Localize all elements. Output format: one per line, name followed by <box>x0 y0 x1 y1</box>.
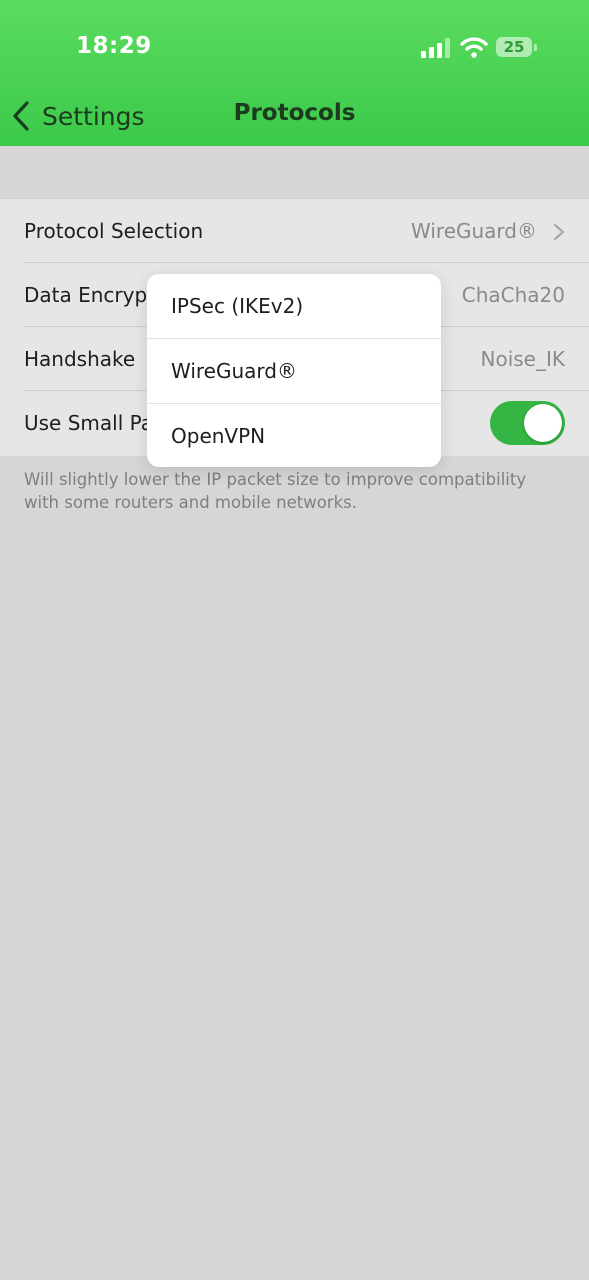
toggle-knob <box>524 404 562 442</box>
row-value: WireGuard® <box>411 219 537 243</box>
chevron-right-icon <box>553 223 565 241</box>
cellular-signal-icon <box>421 38 450 58</box>
page-title: Protocols <box>233 100 356 126</box>
status-time: 18:29 <box>76 33 152 59</box>
row-protocol-selection[interactable]: Protocol Selection WireGuard® <box>0 199 589 263</box>
row-value: Noise_IK <box>480 347 566 371</box>
small-packets-footnote: Will slightly lower the IP packet size t… <box>24 470 527 512</box>
row-value: ChaCha20 <box>461 283 565 307</box>
row-label: Handshake <box>24 347 136 371</box>
protocol-dropdown-menu: IPSec (IKEv2) WireGuard® OpenVPN <box>147 274 441 467</box>
menu-item-label: OpenVPN <box>171 424 266 448</box>
menu-item-ipsec[interactable]: IPSec (IKEv2) <box>147 274 441 338</box>
battery-level: 25 <box>503 38 525 56</box>
menu-item-openvpn[interactable]: OpenVPN <box>147 403 441 467</box>
menu-item-label: IPSec (IKEv2) <box>171 294 304 318</box>
battery-icon: 25 <box>496 37 538 59</box>
wifi-icon <box>460 37 488 58</box>
menu-item-wireguard[interactable]: WireGuard® <box>147 338 441 403</box>
small-packets-toggle[interactable] <box>490 401 565 445</box>
menu-item-label: WireGuard® <box>171 359 297 383</box>
navigation-header: 18:29 25 Settings Protocols <box>0 0 589 146</box>
row-label: Protocol Selection <box>24 219 204 243</box>
